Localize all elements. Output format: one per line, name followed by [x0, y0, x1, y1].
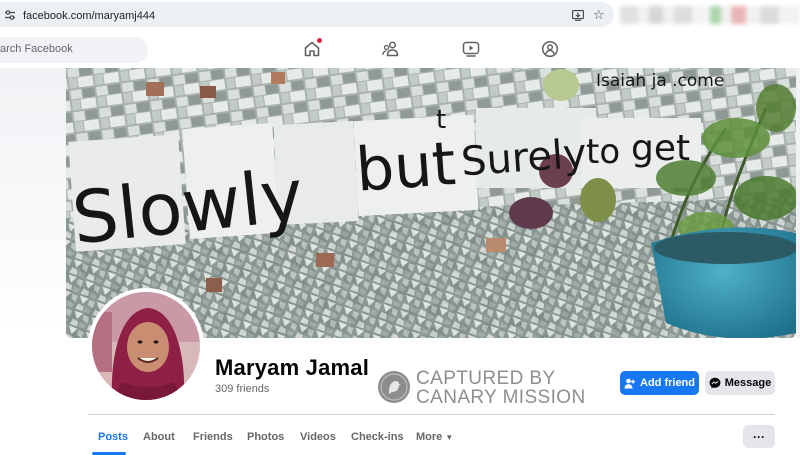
search-placeholder: arch Facebook: [0, 43, 73, 55]
mosaic-word-t: t: [436, 105, 446, 135]
tab-friends[interactable]: Friends: [193, 431, 233, 443]
message-button[interactable]: Message: [705, 371, 775, 395]
install-app-icon[interactable]: [572, 10, 584, 21]
site-settings-icon[interactable]: [4, 9, 16, 21]
canary-bird-icon: [380, 373, 408, 401]
more-options-button[interactable]: ···: [743, 425, 775, 448]
chevron-down-icon: ▼: [445, 433, 454, 442]
tab-more[interactable]: More ▼: [416, 431, 453, 443]
tab-more-label: More: [416, 431, 443, 443]
browser-toolbar: facebook.com/maryamj444 ☆: [0, 0, 800, 30]
profile-divider: [88, 414, 775, 415]
mosaic-word-surely: Surely: [460, 131, 589, 186]
page-side-background-right: [796, 68, 800, 338]
address-bar[interactable]: facebook.com/maryamj444 ☆: [0, 2, 614, 27]
url-text[interactable]: facebook.com/maryamj444: [23, 10, 155, 22]
tab-photos[interactable]: Photos: [247, 431, 284, 443]
friends-count[interactable]: 309 friends: [215, 383, 269, 395]
canary-mission-logo: [378, 371, 410, 403]
profile-name: Maryam Jamal: [215, 355, 370, 380]
bookmark-star-icon[interactable]: ☆: [593, 8, 605, 21]
message-label: Message: [724, 377, 772, 389]
home-notification-dot: [317, 38, 322, 43]
tab-about[interactable]: About: [143, 431, 175, 443]
tab-posts[interactable]: Posts: [98, 431, 128, 443]
facebook-top-nav: arch Facebook: [0, 30, 800, 68]
page-side-background: [0, 68, 66, 338]
tab-check-ins[interactable]: Check-ins: [351, 431, 404, 443]
watermark-line-2: CANARY MISSION: [416, 387, 586, 408]
avatar-image: [92, 292, 200, 400]
extensions-area-blurred: [620, 6, 800, 24]
mosaic-top-text: Isaiah ja .come: [596, 71, 724, 91]
add-friend-button[interactable]: Add friend: [620, 371, 699, 395]
friends-icon[interactable]: [382, 40, 400, 58]
messenger-icon: [709, 377, 721, 389]
profile-avatar[interactable]: [92, 292, 200, 400]
add-person-icon: [624, 378, 635, 388]
mosaic-word-to: to: [586, 132, 620, 172]
add-friend-label: Add friend: [640, 377, 695, 389]
groups-icon[interactable]: [541, 40, 559, 58]
video-icon[interactable]: [462, 40, 480, 58]
mosaic-word-but: but: [354, 129, 458, 206]
tab-videos[interactable]: Videos: [300, 431, 336, 443]
